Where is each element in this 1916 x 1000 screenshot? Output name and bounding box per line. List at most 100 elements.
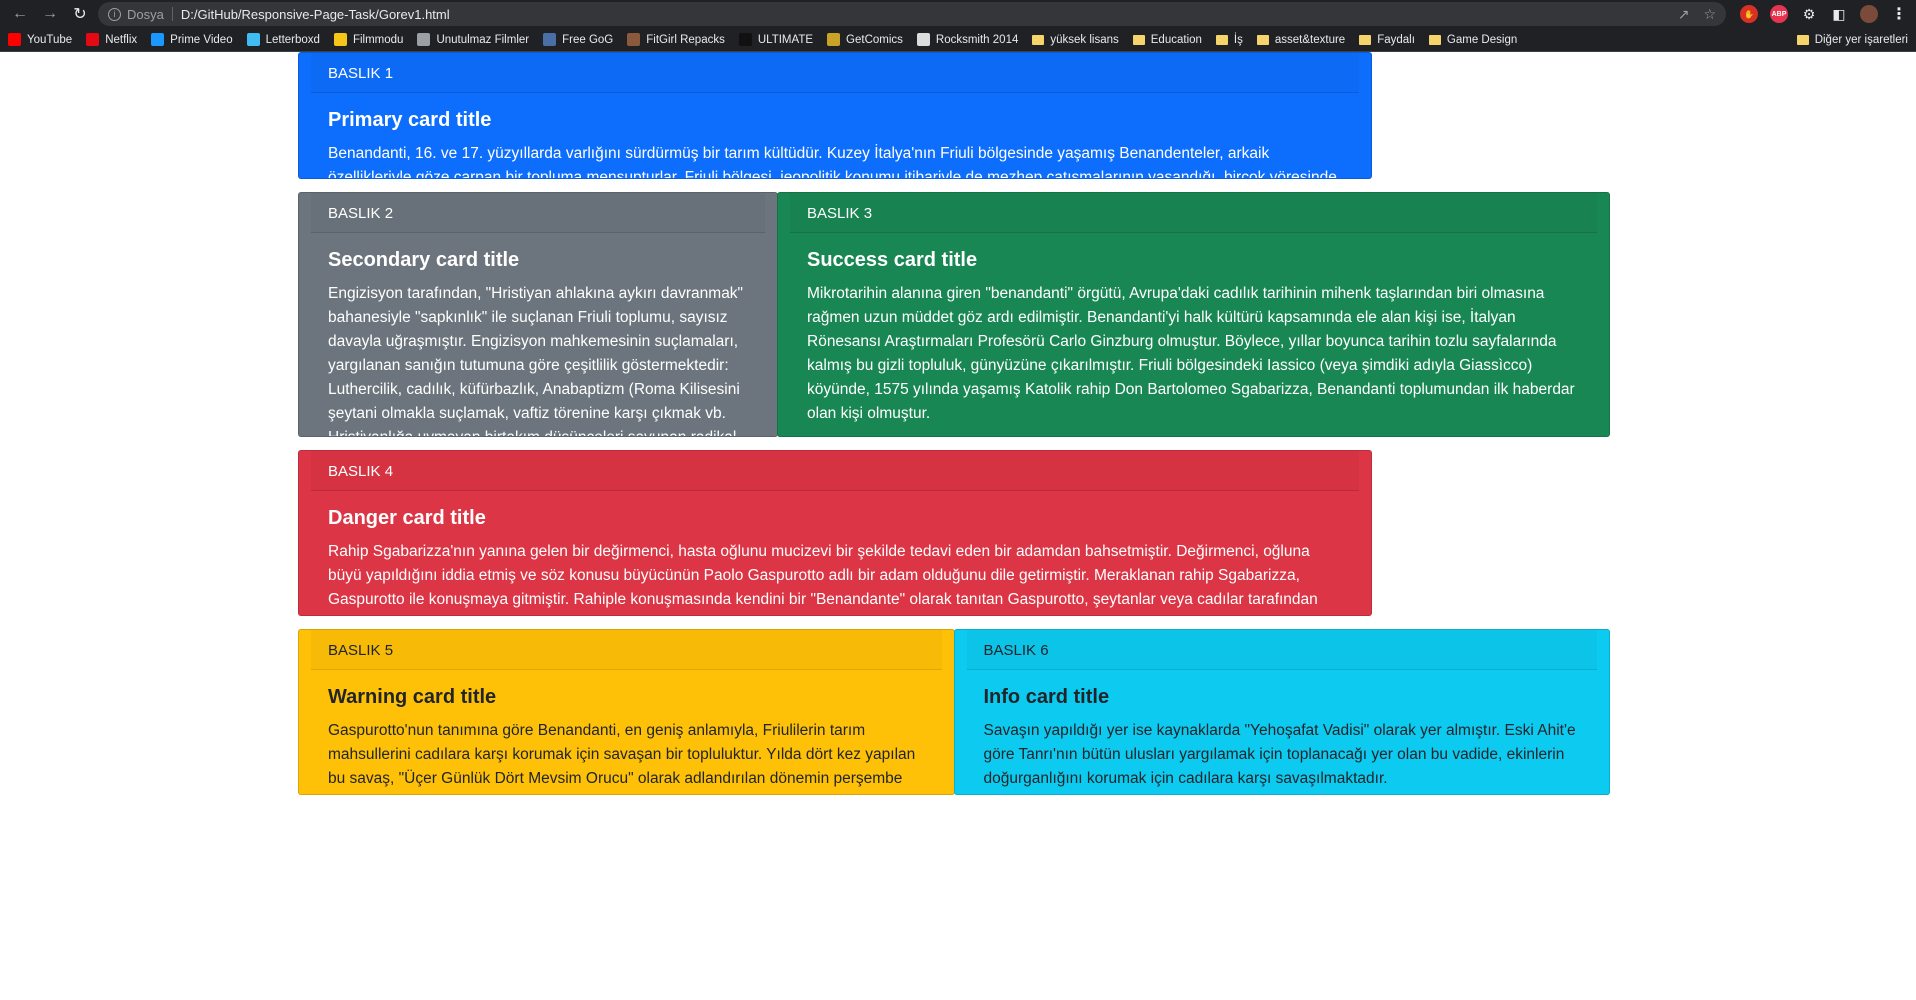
bookmark-item[interactable]: Letterboxd	[246, 33, 320, 46]
card-body: Warning card title Gaspurotto'nun tanımı…	[299, 670, 954, 794]
primary-card: BASLIK 1 Primary card title Benandanti, …	[298, 52, 1372, 179]
extension-hand-icon[interactable]: ✋	[1740, 5, 1758, 23]
bookmark-label: Game Design	[1446, 33, 1518, 46]
side-panel-icon[interactable]: ◧	[1830, 5, 1848, 23]
bookmark-item[interactable]: Prime Video	[151, 33, 233, 46]
bookmark-item[interactable]: Unutulmaz Filmler	[417, 33, 529, 46]
bookmark-item[interactable]: Education	[1132, 33, 1202, 46]
card-text: Mikrotarihin alanına giren "benandanti" …	[807, 285, 1575, 422]
card-text: Savaşın yapıldığı yer ise kaynaklarda "Y…	[983, 722, 1576, 787]
omnibox-divider	[171, 7, 173, 21]
card-body: Success card title Mikrotarihin alanına …	[778, 233, 1609, 436]
other-bookmarks[interactable]: Diğer yer işaretleri	[1796, 33, 1908, 46]
card-text: Engizisyon tarafından, "Hristiyan ahlakı…	[328, 285, 744, 436]
kebab-menu-icon[interactable]: ⋮	[1890, 5, 1908, 23]
bookmark-label: Netflix	[105, 33, 138, 46]
reload-icon[interactable]: ↻	[68, 2, 92, 26]
globe-icon	[417, 33, 431, 46]
bookmark-label: Prime Video	[170, 33, 233, 46]
bookmarks-bar: YouTube Netflix Prime Video Letterboxd Filmm…	[0, 28, 1916, 52]
card-text: Rahip Sgabarizza'nın yanına gelen bir de…	[328, 543, 1318, 608]
bookmark-item[interactable]: yüksek lisans	[1032, 33, 1119, 46]
folder-icon	[1796, 34, 1809, 45]
bookmark-label: Faydalı	[1377, 33, 1415, 46]
bookmark-item[interactable]: FitGirl Repacks	[627, 33, 725, 46]
card-title: Primary card title	[328, 109, 492, 131]
bookmark-label: ULTIMATE	[757, 33, 814, 46]
card-title: Info card title	[983, 686, 1110, 708]
card-title: Warning card title	[328, 686, 497, 708]
bookmark-item[interactable]: İş	[1215, 33, 1243, 46]
bookmark-label: Free GoG	[562, 33, 614, 46]
danger-card: BASLIK 4 Danger card title Rahip Sgabari…	[298, 450, 1372, 616]
folder-icon	[1032, 34, 1045, 45]
bookmark-star-icon[interactable]: ☆	[1703, 6, 1716, 23]
card-text: Gaspurotto'nun tanımına göre Benandanti,…	[328, 722, 916, 787]
bookmark-item[interactable]: Filmmodu	[333, 33, 404, 46]
bookmark-item[interactable]: YouTube	[8, 33, 72, 46]
bookmark-label: Rocksmith 2014	[935, 33, 1019, 46]
ultimate-icon	[738, 33, 752, 46]
folder-icon	[1359, 34, 1372, 45]
card-header: BASLIK 2	[311, 193, 765, 233]
folder-icon	[1256, 34, 1269, 45]
letterboxd-icon	[246, 33, 260, 46]
folder-icon	[1428, 34, 1441, 45]
back-arrow-icon[interactable]: ←	[8, 2, 32, 26]
bookmark-label: YouTube	[27, 33, 73, 46]
card-title: Danger card title	[328, 507, 486, 529]
bookmark-item[interactable]: GetComics	[827, 33, 903, 46]
warning-card: BASLIK 5 Warning card title Gaspurotto'n…	[298, 629, 955, 795]
card-body: Primary card title Benandanti, 16. ve 17…	[299, 93, 1371, 179]
fitgirl-icon	[627, 33, 641, 46]
info-card: BASLIK 6 Info card title Savaşın yapıldı…	[953, 629, 1610, 795]
url-text[interactable]: D:/GitHub/Responsive-Page-Task/Gorev1.ht…	[181, 7, 450, 22]
bookmark-item[interactable]: Game Design	[1428, 33, 1518, 46]
filmmodu-icon	[333, 33, 347, 46]
cards-container: BASLIK 1 Primary card title Benandanti, …	[298, 52, 1610, 795]
bookmark-label: Unutulmaz Filmler	[436, 33, 530, 46]
bookmark-item[interactable]: ULTIMATE	[738, 33, 814, 46]
page-content: BASLIK 1 Primary card title Benandanti, …	[0, 52, 1916, 1000]
bookmark-label: FitGirl Repacks	[646, 33, 725, 46]
card-body: Secondary card title Engizisyon tarafınd…	[299, 233, 777, 436]
adblock-plus-icon[interactable]: ABP	[1770, 5, 1788, 23]
bookmark-label: GetComics	[846, 33, 903, 46]
card-header: BASLIK 4	[311, 451, 1359, 491]
folder-icon	[1215, 34, 1228, 45]
bookmark-item[interactable]: Rocksmith 2014	[916, 33, 1019, 46]
card-body: Danger card title Rahip Sgabarizza'nın y…	[299, 491, 1371, 615]
bookmark-label: asset&texture	[1274, 33, 1346, 46]
card-header: BASLIK 1	[311, 53, 1359, 93]
profile-avatar[interactable]	[1860, 5, 1878, 23]
bookmark-label: Filmmodu	[352, 33, 404, 46]
card-header: BASLIK 6	[966, 630, 1597, 670]
forward-arrow-icon[interactable]: →	[38, 2, 62, 26]
bookmark-label: İş	[1233, 33, 1243, 46]
folder-icon	[1132, 34, 1145, 45]
bookmark-label: yüksek lisans	[1050, 33, 1119, 46]
card-body: Info card title Savaşın yapıldığı yer is…	[955, 670, 1610, 794]
card-title: Success card title	[807, 249, 978, 271]
other-bookmarks-label: Diğer yer işaretleri	[1814, 33, 1908, 46]
card-title: Secondary card title	[328, 249, 520, 271]
youtube-icon	[8, 33, 21, 46]
bookmark-item[interactable]: asset&texture	[1256, 33, 1346, 46]
address-bar[interactable]: i Dosya D:/GitHub/Responsive-Page-Task/G…	[98, 2, 1726, 26]
card-header: BASLIK 5	[311, 630, 942, 670]
scheme-label: Dosya	[127, 6, 164, 22]
share-icon[interactable]: ↗	[1678, 6, 1690, 23]
bookmark-item[interactable]: Free GoG	[543, 33, 613, 46]
secondary-card: BASLIK 2 Secondary card title Engizisyon…	[298, 192, 778, 437]
rocksmith-icon	[916, 33, 930, 46]
card-header: BASLIK 3	[790, 193, 1597, 233]
info-icon: i	[108, 7, 121, 21]
extensions-puzzle-icon[interactable]: ⚙	[1800, 5, 1818, 23]
site-info[interactable]: i Dosya	[108, 7, 164, 22]
card-text: Benandanti, 16. ve 17. yüzyıllarda varlı…	[328, 145, 1337, 179]
bookmark-item[interactable]: Netflix	[86, 33, 137, 46]
bookmark-item[interactable]: Faydalı	[1359, 34, 1415, 46]
bookmark-label: Education	[1150, 33, 1202, 46]
browser-toolbar: ← → ↻ i Dosya D:/GitHub/Responsive-Page-…	[0, 0, 1916, 28]
getcomics-icon	[827, 33, 841, 46]
